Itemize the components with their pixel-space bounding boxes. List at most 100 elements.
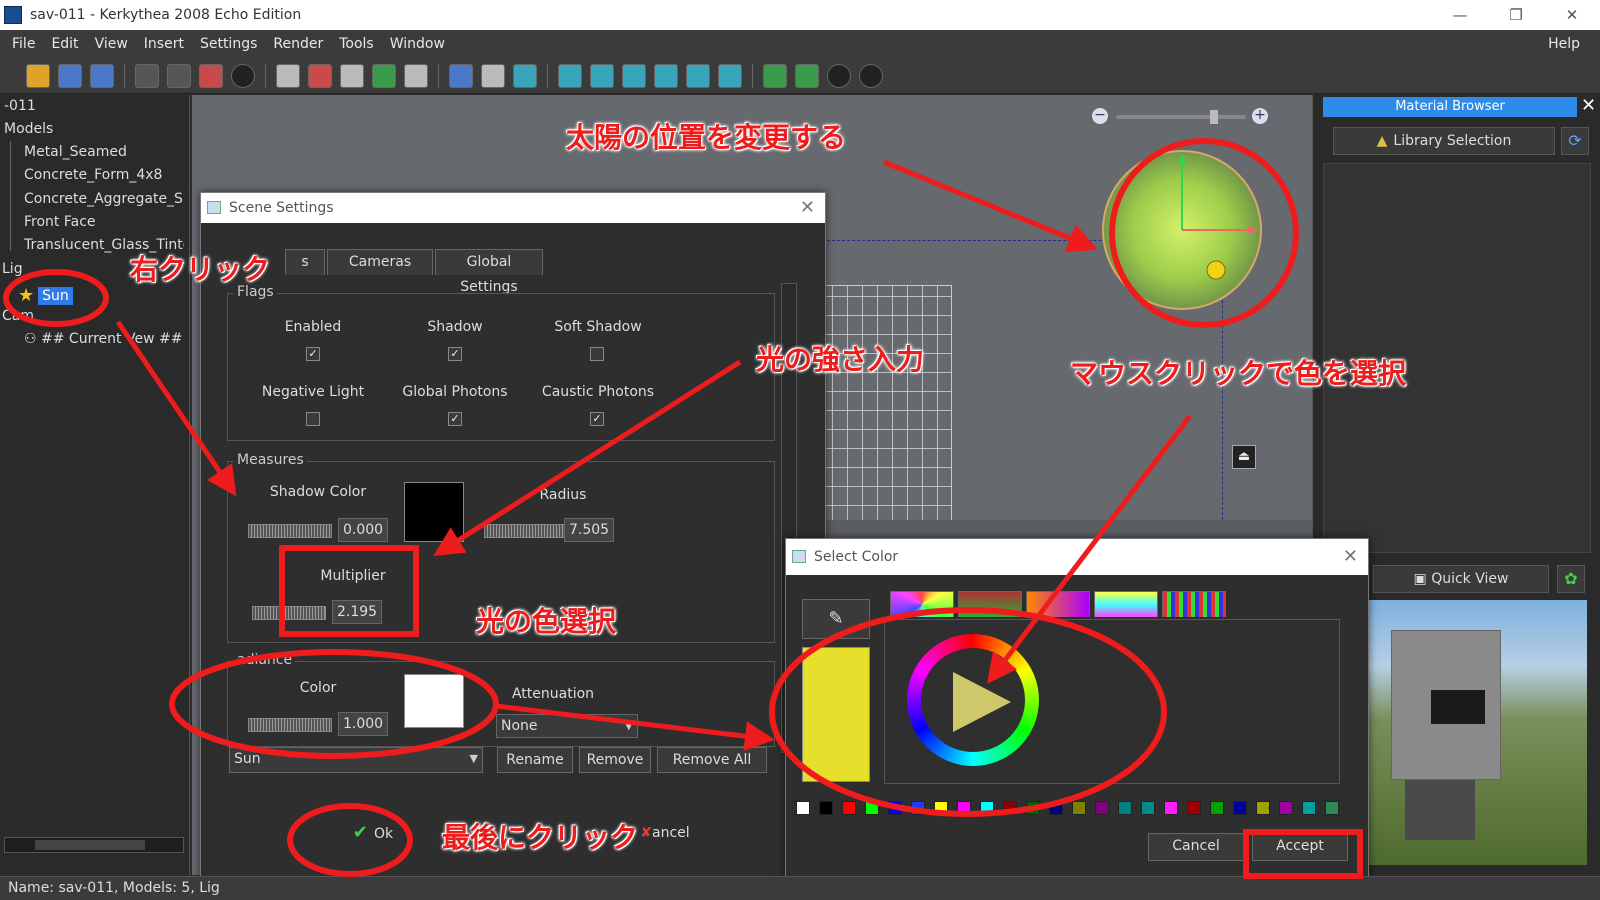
tree-current-view[interactable]: ⚇ ## Current Vew ## [24, 331, 184, 347]
tree-model-item[interactable]: Concrete_Aggregate_Sm [24, 191, 184, 207]
palette-swatch[interactable] [1049, 801, 1063, 815]
minimize-button[interactable]: — [1432, 0, 1488, 30]
tab-rgb-sliders[interactable] [958, 591, 1022, 617]
tree-sun-item[interactable]: ★ Sun [18, 285, 73, 306]
pan-hand-icon[interactable] [340, 63, 364, 88]
refresh-icon[interactable]: ⟳ [1561, 127, 1589, 155]
save-icon[interactable] [58, 63, 82, 88]
view-left-icon[interactable] [622, 63, 646, 88]
tab-hsv[interactable] [1026, 591, 1090, 617]
zoom-in-icon[interactable]: + [1252, 108, 1268, 124]
tree-cameras-header[interactable]: Cam [2, 308, 34, 324]
palette-swatch[interactable] [1210, 801, 1224, 815]
color-palette[interactable] [796, 801, 1348, 815]
render-stop-icon[interactable] [827, 63, 851, 88]
light-color-swatch[interactable] [404, 674, 464, 728]
tab-cmyk[interactable] [1094, 591, 1158, 617]
palette-swatch[interactable] [1072, 801, 1086, 815]
menu-insert[interactable]: Insert [136, 36, 192, 52]
view-right-icon[interactable] [654, 63, 678, 88]
shadow-spinner[interactable] [248, 524, 332, 538]
palette-swatch[interactable] [1325, 801, 1339, 815]
view-back-icon[interactable] [590, 63, 614, 88]
radius-value-field[interactable]: 7.505 [564, 518, 614, 542]
attenuation-dropdown[interactable]: None ▼ [496, 714, 638, 738]
contrast-icon[interactable] [231, 63, 255, 88]
eyedropper-icon[interactable]: ✎ [802, 599, 870, 639]
global-photons-checkbox[interactable]: ✓ [448, 412, 462, 426]
palette-swatch[interactable] [1141, 801, 1155, 815]
palette-swatch[interactable] [1003, 801, 1017, 815]
tree-model-item[interactable]: Metal_Seamed [24, 144, 184, 160]
palette-swatch[interactable] [1187, 801, 1201, 815]
palette-swatch[interactable] [1095, 801, 1109, 815]
shadow-value-field[interactable]: 0.000 [338, 518, 388, 542]
open-icon[interactable] [26, 63, 50, 88]
palette-swatch[interactable] [1256, 801, 1270, 815]
library-selection-button[interactable]: ▲ Library Selection [1333, 127, 1555, 155]
hue-ring[interactable] [907, 634, 1039, 766]
menu-help[interactable]: Help [1540, 36, 1588, 52]
rename-button[interactable]: Rename [497, 747, 573, 773]
redo-icon[interactable] [167, 63, 191, 88]
menu-view[interactable]: View [87, 36, 136, 52]
restore-button[interactable]: ❐ [1488, 0, 1544, 30]
light-select-dropdown[interactable]: Sun ▼ [229, 747, 483, 773]
tree-model-item[interactable]: Concrete_Form_4x8 [24, 167, 184, 183]
quick-view-button[interactable]: ▣ Quick View [1373, 565, 1549, 593]
palette-swatch[interactable] [865, 801, 879, 815]
accept-button[interactable]: Accept [1252, 833, 1348, 861]
shadow-color-swatch[interactable] [404, 482, 464, 542]
palette-swatch[interactable] [957, 801, 971, 815]
tree-root[interactable]: -011 [4, 98, 36, 114]
menu-edit[interactable]: Edit [43, 36, 86, 52]
palette-swatch[interactable] [796, 801, 810, 815]
palette-swatch[interactable] [842, 801, 856, 815]
menu-tools[interactable]: Tools [331, 36, 382, 52]
color-spinner[interactable] [248, 718, 332, 732]
cancel-button[interactable]: Cancel [1148, 833, 1244, 861]
close-button[interactable]: ✕ [1544, 0, 1600, 30]
close-icon[interactable]: ✕ [800, 193, 815, 223]
render-cancel-icon[interactable] [859, 63, 883, 88]
zoom-slider-knob[interactable] [1210, 110, 1218, 124]
menu-file[interactable]: File [4, 36, 43, 52]
saturation-triangle[interactable] [953, 672, 1011, 732]
palette-swatch[interactable] [1279, 801, 1293, 815]
render-green-icon[interactable] [795, 63, 819, 88]
zoom-out-icon[interactable]: − [1092, 108, 1108, 124]
zoom-icon[interactable] [404, 63, 428, 88]
palette-swatch[interactable] [1026, 801, 1040, 815]
tab-color-wheel[interactable] [890, 591, 954, 617]
percent-icon[interactable] [513, 63, 537, 88]
multiplier-value-field[interactable]: 2.195 [332, 600, 382, 624]
view-front-icon[interactable] [558, 63, 582, 88]
shadow-checkbox[interactable]: ✓ [448, 347, 462, 361]
tree-lights-header[interactable]: Lig [2, 261, 23, 277]
menu-render[interactable]: Render [265, 36, 331, 52]
eject-icon[interactable]: ⏏ [1232, 445, 1256, 469]
home-icon[interactable] [449, 63, 473, 88]
tab-global-settings[interactable]: Global Settings [435, 249, 543, 295]
rotate-icon[interactable] [372, 63, 396, 88]
zoom-slider[interactable]: − + [1092, 107, 1272, 127]
negative-light-checkbox[interactable] [306, 412, 320, 426]
menu-settings[interactable]: Settings [192, 36, 265, 52]
enabled-checkbox[interactable]: ✓ [306, 347, 320, 361]
color-picker-area[interactable] [884, 619, 1340, 784]
sun-position-widget[interactable] [1102, 150, 1262, 310]
palette-swatch[interactable] [888, 801, 902, 815]
tab-lights[interactable]: s [285, 249, 325, 275]
tree-horizontal-scrollbar[interactable] [4, 837, 184, 853]
orbit-icon[interactable] [308, 63, 332, 88]
caustic-photons-checkbox[interactable]: ✓ [590, 412, 604, 426]
close-icon[interactable]: ✕ [1343, 539, 1358, 575]
close-icon[interactable]: ✕ [1581, 95, 1596, 116]
remove-all-button[interactable]: Remove All [657, 747, 767, 773]
palette-swatch[interactable] [1233, 801, 1247, 815]
camera-icon[interactable] [481, 63, 505, 88]
menu-window[interactable]: Window [382, 36, 453, 52]
undo-icon[interactable] [135, 63, 159, 88]
remove-button[interactable]: Remove [579, 747, 651, 773]
view-bottom-icon[interactable] [718, 63, 742, 88]
